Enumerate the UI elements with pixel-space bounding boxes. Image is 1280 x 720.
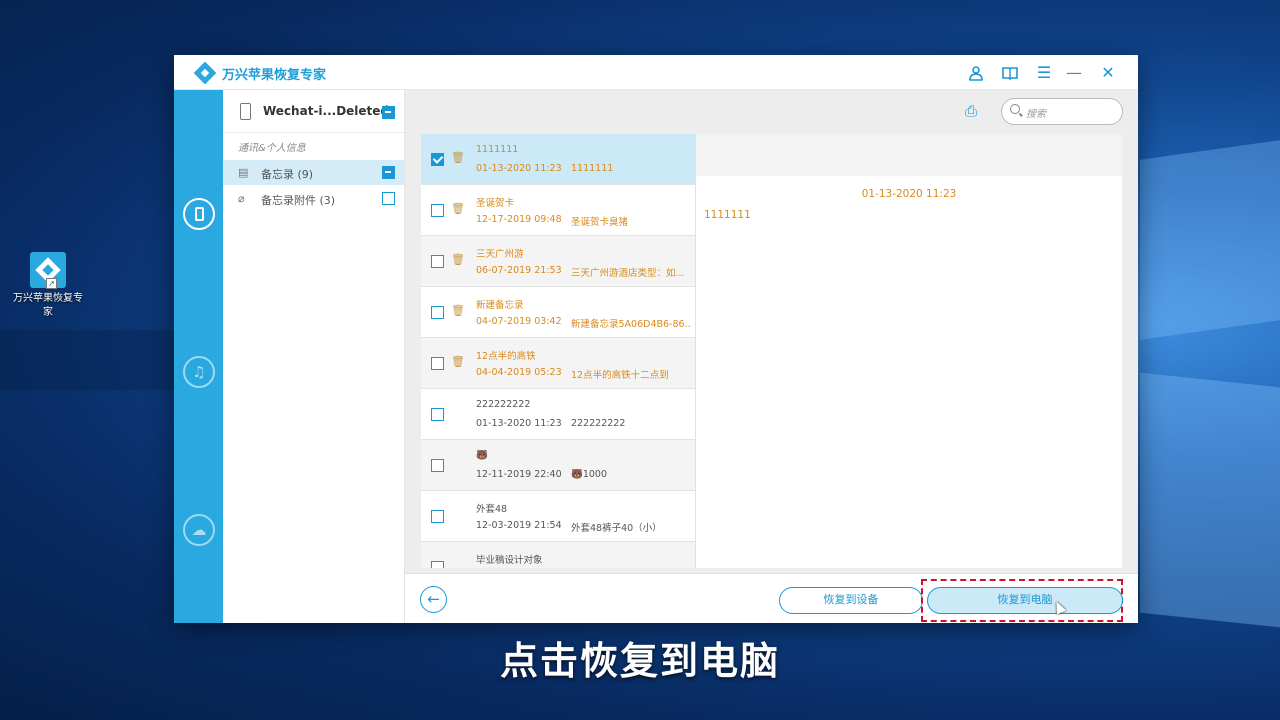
note-row[interactable]: 毕业稿设计对象 — [421, 542, 695, 568]
desktop-light-beam — [1140, 372, 1280, 628]
recover-to-computer-button[interactable]: 恢复到电脑 — [927, 587, 1123, 614]
device-row[interactable]: Wechat-i...Deleted — [223, 90, 404, 133]
note-date: 12-03-2019 21:54 — [476, 520, 562, 531]
note-title: 1111111 — [476, 144, 519, 155]
note-preview: 222222222 — [571, 418, 626, 429]
note-preview: 三天广州游酒店类型：如... — [571, 268, 685, 279]
shortcut-arrow-icon: ↗ — [46, 278, 57, 289]
trash-icon: 🗑 — [451, 355, 465, 368]
menu-icon[interactable]: ☰ — [1033, 62, 1055, 84]
search-input[interactable]: 搜索 — [1001, 98, 1123, 125]
note-preview: 12点半的高铁十二点到 — [571, 370, 669, 381]
note-checkbox[interactable] — [431, 357, 444, 370]
section-label: 通讯&个人信息 — [238, 143, 306, 154]
note-checkbox[interactable] — [431, 255, 444, 268]
note-date: 04-07-2019 03:42 — [476, 316, 562, 327]
note-checkbox[interactable] — [431, 510, 444, 523]
user-icon[interactable] — [965, 62, 987, 84]
note-title: 外套48 — [476, 504, 508, 515]
note-row[interactable]: 🐻 12-11-2019 22:40 🐻1000 — [421, 440, 695, 491]
note-title: 毕业稿设计对象 — [476, 555, 543, 566]
note-title: 圣诞贺卡 — [476, 198, 515, 209]
desktop-icon-label: 万兴苹果恢复专家 — [13, 293, 83, 318]
detail-date: 01-13-2020 11:23 — [861, 188, 957, 200]
icloud-recover-icon[interactable]: ☁ — [183, 514, 215, 546]
note-icon: ▤ — [238, 166, 249, 179]
note-checkbox[interactable] — [431, 408, 444, 421]
nav-rail: ♫ ☁ — [174, 90, 223, 623]
note-date: 12-17-2019 09:48 — [476, 214, 562, 225]
trash-icon: 🗑 — [451, 202, 465, 215]
phone-icon — [240, 103, 251, 120]
detail-header — [696, 134, 1122, 176]
note-date: 01-13-2020 11:23 — [476, 163, 562, 174]
note-preview: 外套48裤子40（小） — [571, 523, 662, 534]
detail-body: 1111111 — [704, 209, 751, 221]
print-icon[interactable]: ⎙ — [962, 102, 980, 120]
category-panel: Wechat-i...Deleted 通讯&个人信息 ▤ 备忘录 (9) ⌀ 备… — [223, 90, 405, 623]
category-checkbox[interactable] — [382, 166, 395, 179]
note-row[interactable]: 🗑 三天广州游 06-07-2019 21:53 三天广州游酒店类型：如... — [421, 236, 695, 287]
video-subtitle: 点击恢复到电脑 — [499, 639, 780, 683]
category-item-attachments[interactable]: ⌀ 备忘录附件 (3) — [223, 186, 404, 211]
note-checkbox[interactable] — [431, 459, 444, 472]
recover-to-device-button[interactable]: 恢复到设备 — [779, 587, 923, 614]
desktop-shadow — [0, 330, 174, 390]
app-title: 万兴苹果恢复专家 — [222, 68, 327, 83]
note-title: 三天广州游 — [476, 249, 524, 260]
desktop-shortcut-app[interactable]: ↗ 万兴苹果恢复专家 — [12, 252, 84, 320]
note-checkbox[interactable] — [431, 153, 444, 166]
search-placeholder: 搜索 — [1026, 109, 1046, 120]
note-preview: 圣诞贺卡臭猪 — [571, 217, 629, 228]
note-row[interactable]: 外套48 12-03-2019 21:54 外套48裤子40（小） — [421, 491, 695, 542]
note-checkbox[interactable] — [431, 306, 444, 319]
itunes-recover-icon[interactable]: ♫ — [183, 356, 215, 388]
back-button[interactable]: ← — [420, 586, 447, 613]
note-preview: 1111111 — [571, 163, 614, 174]
title-bar: 万兴苹果恢复专家 ☰ — ✕ — [174, 55, 1138, 90]
app-window: 万兴苹果恢复专家 ☰ — ✕ ♫ ☁ Wechat-i...Deleted 通讯… — [174, 55, 1138, 623]
app-logo-icon: ↗ — [30, 252, 66, 289]
note-preview: 新建备忘录5A06D4B6-86... — [571, 319, 691, 330]
note-row[interactable]: 🗑 12点半的高铁 04-04-2019 05:23 12点半的高铁十二点到 — [421, 338, 695, 389]
device-recover-icon[interactable] — [183, 198, 215, 230]
trash-icon: 🗑 — [451, 151, 465, 164]
category-item-label: 备忘录附件 (3) — [261, 194, 336, 207]
note-row[interactable]: 222222222 01-13-2020 11:23 222222222 — [421, 389, 695, 440]
note-detail: 01-13-2020 11:23 1111111 — [695, 134, 1122, 568]
notes-list: 🗑 1111111 01-13-2020 11:23 1111111 🗑 圣诞贺卡 12-1… — [421, 134, 695, 568]
note-row[interactable]: 🗑 新建备忘录 04-07-2019 03:42 新建备忘录5A06D4B6-86..… — [421, 287, 695, 338]
book-icon[interactable] — [999, 62, 1021, 84]
note-date: 06-07-2019 21:53 — [476, 265, 562, 276]
note-row[interactable]: 🗑 圣诞贺卡 12-17-2019 09:48 圣诞贺卡臭猪 — [421, 185, 695, 236]
main-area: ⎙ 搜索 🗑 1111111 01-13-2020 11:23 1111111 🗑 圣诞贺… — [405, 90, 1138, 623]
device-name: Wechat-i...Deleted — [263, 104, 390, 118]
minimize-icon[interactable]: — — [1063, 62, 1085, 84]
note-date: 04-04-2019 05:23 — [476, 367, 562, 378]
note-title: 新建备忘录 — [476, 300, 524, 311]
note-preview: 🐻1000 — [571, 469, 608, 480]
note-title: 12点半的高铁 — [476, 351, 536, 362]
note-checkbox[interactable] — [431, 204, 444, 217]
search-icon — [1010, 104, 1020, 114]
note-checkbox[interactable] — [431, 561, 444, 568]
note-title: 🐻 — [476, 450, 488, 461]
device-checkbox[interactable] — [382, 106, 395, 119]
note-title: 222222222 — [476, 399, 531, 410]
category-checkbox[interactable] — [382, 192, 395, 205]
desktop-light-beam — [1140, 140, 1280, 340]
category-item-notes[interactable]: ▤ 备忘录 (9) — [223, 160, 404, 185]
note-date: 01-13-2020 11:23 — [476, 418, 562, 429]
category-item-label: 备忘录 (9) — [261, 168, 314, 181]
note-row[interactable]: 🗑 1111111 01-13-2020 11:23 1111111 — [421, 134, 695, 185]
trash-icon: 🗑 — [451, 304, 465, 317]
close-icon[interactable]: ✕ — [1097, 62, 1119, 84]
app-logo-icon — [193, 61, 217, 85]
trash-icon: 🗑 — [451, 253, 465, 266]
note-date: 12-11-2019 22:40 — [476, 469, 562, 480]
attachment-icon: ⌀ — [238, 192, 245, 205]
footer-bar: ← 恢复到设备 恢复到电脑 — [405, 573, 1138, 623]
